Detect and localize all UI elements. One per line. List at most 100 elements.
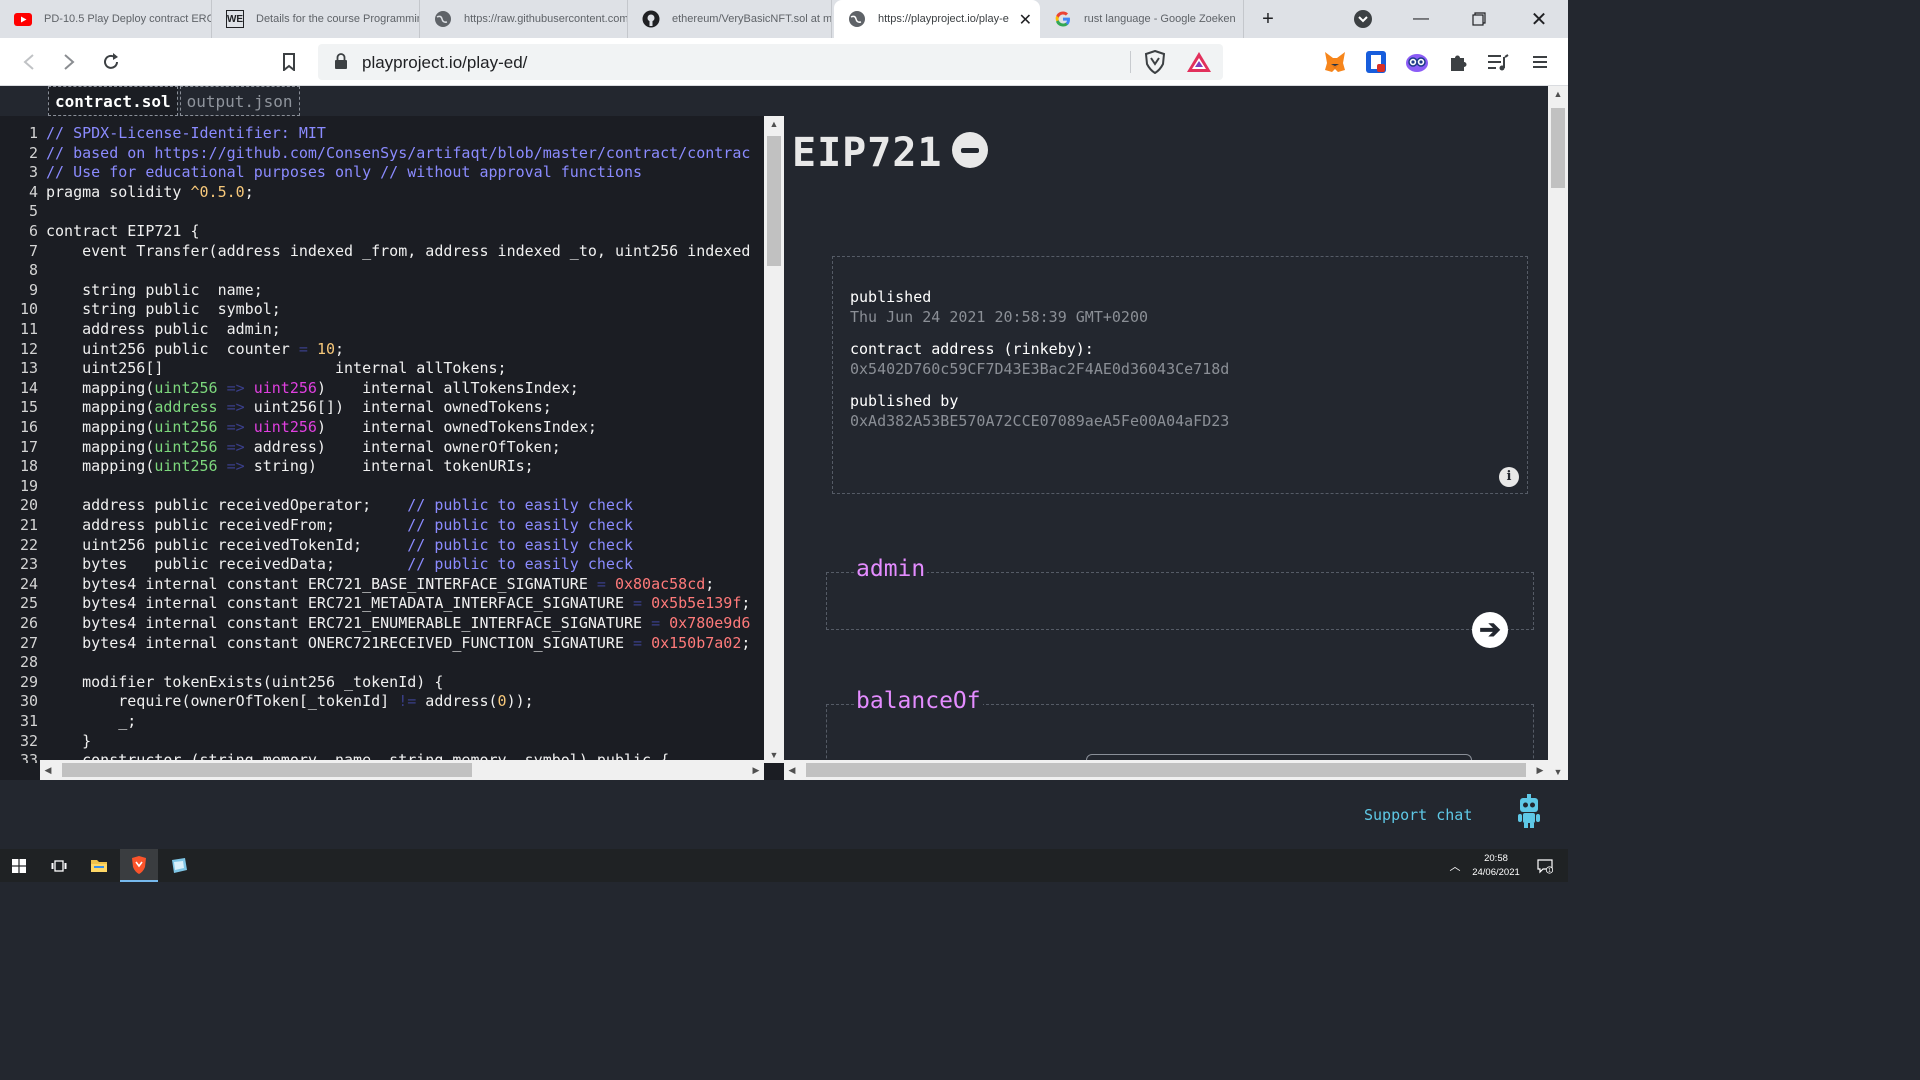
page-vertical-scrollbar[interactable]: ▲ ▼	[1548, 86, 1568, 780]
code-line[interactable]: 32 }	[0, 732, 764, 752]
code-line[interactable]: 12 uint256 public counter = 10;	[0, 340, 764, 360]
extensions-puzzle-icon[interactable]	[1446, 50, 1470, 74]
code-line[interactable]: 26 bytes4 internal constant ERC721_ENUME…	[0, 614, 764, 634]
scroll-down-icon[interactable]: ▼	[764, 747, 784, 763]
bitwarden-icon[interactable]	[1364, 50, 1388, 74]
code-text[interactable]: bytes public receivedData; // public to …	[46, 555, 633, 573]
code-text[interactable]: string public name;	[46, 281, 263, 299]
tab-contract-sol[interactable]: contract.sol	[48, 86, 178, 116]
code-line[interactable]: 3 // Use for educational purposes only //…	[0, 163, 764, 183]
code-text[interactable]: uint256 public counter = 10;	[46, 340, 344, 358]
code-line[interactable]: 5	[0, 202, 764, 222]
scroll-thumb[interactable]	[62, 763, 472, 777]
code-line[interactable]: 20 address public receivedOperator; // p…	[0, 496, 764, 516]
code-text[interactable]: address public admin;	[46, 320, 281, 338]
scroll-thumb[interactable]	[1551, 108, 1565, 188]
code-line[interactable]: 9 string public name;	[0, 281, 764, 301]
scroll-up-icon[interactable]: ▲	[764, 116, 784, 132]
scroll-right-icon[interactable]: ▶	[748, 760, 764, 780]
code-line[interactable]: 1 // SPDX-License-Identifier: MIT	[0, 124, 764, 144]
task-view-icon[interactable]	[40, 849, 78, 882]
browser-tab[interactable]: ethereum/VeryBasicNFT.sol at mast	[628, 0, 832, 38]
code-line[interactable]: 21 address public receivedFrom; // publi…	[0, 516, 764, 536]
code-line[interactable]: 2 // based on https://github.com/ConsenSy…	[0, 144, 764, 164]
browser-tab-active[interactable]: https://playproject.io/play-e ✕	[834, 0, 1040, 38]
code-text[interactable]: mapping(uint256 => uint256) internal own…	[46, 418, 597, 436]
scroll-down-icon[interactable]: ▼	[1548, 764, 1568, 780]
code-line[interactable]: 17 mapping(uint256 => address) internal …	[0, 438, 764, 458]
code-text[interactable]: bytes4 internal constant ERC721_BASE_INT…	[46, 575, 714, 593]
code-text[interactable]: bytes4 internal constant ERC721_ENUMERAB…	[46, 614, 750, 632]
code-line[interactable]: 31 _;	[0, 712, 764, 732]
browser-tab[interactable]: WE Details for the course Programmin	[212, 0, 420, 38]
code-text[interactable]: address public receivedFrom; // public t…	[46, 516, 633, 534]
code-text[interactable]: // Use for educational purposes only // …	[46, 163, 642, 181]
code-text[interactable]: contract EIP721 {	[46, 222, 200, 240]
code-area[interactable]: 1 // SPDX-License-Identifier: MIT 2 // base…	[0, 116, 764, 763]
bookmark-button[interactable]	[275, 48, 303, 76]
restore-button[interactable]	[1466, 6, 1492, 32]
code-line[interactable]: 28	[0, 653, 764, 673]
scroll-thumb[interactable]	[767, 136, 781, 266]
panel-horizontal-scrollbar[interactable]: ◀ ▶	[784, 760, 1548, 780]
new-tab-button[interactable]: +	[1255, 6, 1281, 32]
brave-shields-icon[interactable]	[1144, 49, 1166, 79]
code-line[interactable]: 13 uint256[] internal allTokens;	[0, 359, 764, 379]
code-line[interactable]: 23 bytes public receivedData; // public …	[0, 555, 764, 575]
code-text[interactable]: event Transfer(address indexed _from, ad…	[46, 242, 750, 260]
tab-search-button[interactable]	[1350, 6, 1376, 32]
code-line[interactable]: 14 mapping(uint256 => uint256) internal …	[0, 379, 764, 399]
notification-icon[interactable]: 1	[1530, 849, 1560, 882]
code-text[interactable]: string public symbol;	[46, 300, 281, 318]
code-line[interactable]: 10 string public symbol;	[0, 300, 764, 320]
code-text[interactable]: modifier tokenExists(uint256 _tokenId) {	[46, 673, 443, 691]
code-line[interactable]: 7 event Transfer(address indexed _from, …	[0, 242, 764, 262]
scroll-right-icon[interactable]: ▶	[1532, 760, 1548, 780]
code-text[interactable]: // SPDX-License-Identifier: MIT	[46, 124, 326, 142]
code-line[interactable]: 15 mapping(address => uint256[]) interna…	[0, 398, 764, 418]
editor-vertical-scrollbar[interactable]: ▲ ▼	[764, 116, 784, 763]
code-text[interactable]: address public receivedOperator; // publ…	[46, 496, 633, 514]
code-text[interactable]: require(ownerOfToken[_tokenId] != addres…	[46, 692, 533, 710]
code-text[interactable]: bytes4 internal constant ONERC721RECEIVE…	[46, 634, 750, 652]
code-line[interactable]: 4 pragma solidity ^0.5.0;	[0, 183, 764, 203]
code-text[interactable]: bytes4 internal constant ERC721_METADATA…	[46, 594, 750, 612]
close-window-button[interactable]: ✕	[1526, 6, 1552, 32]
code-line[interactable]: 27 bytes4 internal constant ONERC721RECE…	[0, 634, 764, 654]
code-text[interactable]: pragma solidity ^0.5.0;	[46, 183, 254, 201]
metamask-icon[interactable]	[1323, 50, 1347, 74]
brave-taskbar-icon[interactable]	[120, 849, 158, 882]
file-explorer-icon[interactable]	[80, 849, 118, 882]
robot-icon[interactable]	[1516, 794, 1542, 828]
code-line[interactable]: 18 mapping(uint256 => string) internal t…	[0, 457, 764, 477]
browser-tab[interactable]: PD-10.5 Play Deploy contract ERC7	[0, 0, 212, 38]
scroll-left-icon[interactable]: ◀	[784, 760, 800, 780]
extension-owl-icon[interactable]	[1405, 50, 1429, 74]
code-line[interactable]: 25 bytes4 internal constant ERC721_METAD…	[0, 594, 764, 614]
scroll-left-icon[interactable]: ◀	[40, 760, 56, 780]
collapse-contract-button[interactable]	[952, 132, 988, 168]
scroll-up-icon[interactable]: ▲	[1548, 86, 1568, 102]
code-editor[interactable]: 1 // SPDX-License-Identifier: MIT 2 // base…	[0, 116, 784, 780]
tab-output-json[interactable]: output.json	[179, 86, 300, 116]
code-line[interactable]: 16 mapping(uint256 => uint256) internal …	[0, 418, 764, 438]
code-line[interactable]: 8	[0, 261, 764, 281]
code-line[interactable]: 11 address public admin;	[0, 320, 764, 340]
code-line[interactable]: 22 uint256 public receivedTokenId; // pu…	[0, 536, 764, 556]
editor-horizontal-scrollbar[interactable]: ◀ ▶	[40, 760, 764, 780]
code-text[interactable]: mapping(address => uint256[]) internal o…	[46, 398, 552, 416]
brave-rewards-icon[interactable]	[1186, 51, 1212, 78]
code-text[interactable]: mapping(uint256 => uint256) internal all…	[46, 379, 579, 397]
info-icon[interactable]: i	[1499, 467, 1519, 487]
code-text[interactable]: mapping(uint256 => address) internal own…	[46, 438, 561, 456]
browser-tab[interactable]: rust language - Google Zoeken	[1040, 0, 1244, 38]
close-tab-icon[interactable]: ✕	[1019, 10, 1032, 30]
minimize-button[interactable]: —	[1408, 6, 1434, 32]
code-text[interactable]: _;	[46, 712, 136, 730]
app-taskbar-icon[interactable]	[160, 849, 198, 882]
code-line[interactable]: 24 bytes4 internal constant ERC721_BASE_…	[0, 575, 764, 595]
code-line[interactable]: 29 modifier tokenExists(uint256 _tokenId…	[0, 673, 764, 693]
menu-icon[interactable]	[1528, 50, 1552, 74]
code-text[interactable]: uint256 public receivedTokenId; // publi…	[46, 536, 633, 554]
forward-button[interactable]	[55, 48, 83, 76]
